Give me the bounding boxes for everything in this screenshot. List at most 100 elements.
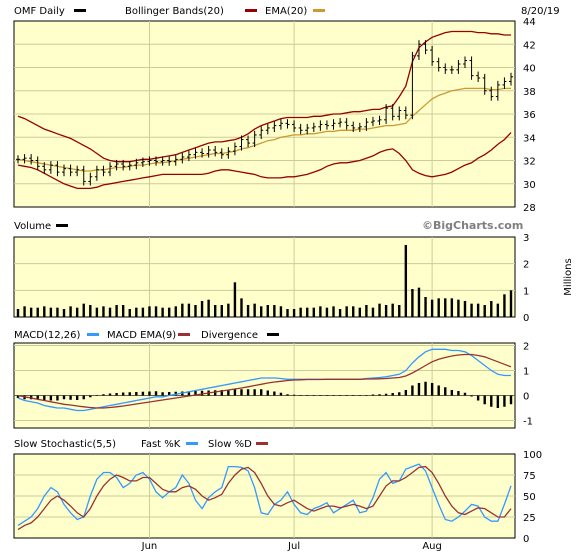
y-tick-label: 2 xyxy=(523,260,529,271)
y-tick-label: 25 xyxy=(523,513,536,524)
divergence-bar xyxy=(417,383,421,396)
volume-bar xyxy=(404,245,408,317)
divergence-bar xyxy=(398,392,401,396)
volume-bar xyxy=(200,301,204,317)
volume-bar xyxy=(306,307,309,317)
date-label: 8/20/19 xyxy=(521,6,560,17)
volume-bar xyxy=(148,306,151,317)
divergence-bar xyxy=(404,390,408,396)
y-tick-label: 75 xyxy=(523,471,536,482)
slow-d-legend-label: Slow %D xyxy=(208,439,252,450)
y-tick-label: 1 xyxy=(523,367,529,378)
divergence-bar xyxy=(266,390,269,396)
volume-bar xyxy=(128,309,131,317)
x-tick-label: Jul xyxy=(287,541,300,552)
volume-bar xyxy=(378,303,381,317)
divergence-bar xyxy=(148,391,151,396)
y-tick-label: 30 xyxy=(523,180,536,191)
divergence-bar xyxy=(108,393,112,396)
volume-bar xyxy=(82,303,85,317)
divergence-bar xyxy=(496,395,500,408)
divergence-bar xyxy=(345,395,348,396)
volume-bar xyxy=(463,301,467,317)
y-tick-label: -1 xyxy=(523,417,533,428)
divergence-bar xyxy=(437,385,440,396)
divergence-bar xyxy=(325,395,329,396)
divergence-bar xyxy=(135,392,138,396)
volume-bar xyxy=(476,303,480,317)
divergence-bar xyxy=(141,391,145,396)
volume-y-tick-labels: 0 1 2 3 xyxy=(523,233,529,324)
volume-legend-swatch xyxy=(56,224,68,227)
divergence-bar xyxy=(312,395,315,396)
price-y-tick-labels: 28 30 32 34 36 38 40 42 44 xyxy=(523,17,536,214)
volume-bar xyxy=(444,298,447,317)
volume-bar xyxy=(121,305,125,317)
volume-bar xyxy=(246,305,250,317)
stochastic-legend-label: Slow Stochastic(5,5) xyxy=(14,439,116,450)
volume-bar xyxy=(292,309,296,317)
divergence-bar xyxy=(82,395,85,400)
volume-bar xyxy=(325,307,329,317)
macd-legend-label: MACD(12,26) xyxy=(14,330,81,341)
divergence-bar xyxy=(62,395,66,400)
x-tick-label: Aug xyxy=(422,541,442,552)
volume-bar xyxy=(338,309,342,317)
volume-bar xyxy=(384,305,388,317)
volume-bar xyxy=(220,305,223,317)
volume-bar xyxy=(286,309,289,317)
macd-y-tick-labels: -1 0 1 2 xyxy=(523,342,533,428)
volume-bar xyxy=(240,298,243,317)
volume-bar xyxy=(411,289,414,317)
x-tick-label: Jun xyxy=(141,541,158,552)
macd-panel: -1 0 1 2 xyxy=(13,342,533,429)
slow-d-legend-swatch xyxy=(256,442,268,445)
volume-bar xyxy=(279,306,283,317)
macd-legend: MACD(12,26) MACD EMA(9) Divergence xyxy=(14,330,279,341)
volume-bar xyxy=(16,309,20,317)
volume-bar xyxy=(358,307,362,317)
divergence-bar xyxy=(154,391,158,396)
y-tick-label: 34 xyxy=(523,133,536,144)
y-tick-label: 42 xyxy=(523,40,536,51)
y-tick-label: 36 xyxy=(523,110,536,121)
y-tick-label: 50 xyxy=(523,492,536,503)
divergence-bar xyxy=(444,387,447,396)
volume-legend-label: Volume xyxy=(14,221,51,232)
volume-bar xyxy=(430,299,434,317)
divergence-bar xyxy=(352,395,355,396)
volume-bar xyxy=(398,305,401,317)
volume-bar xyxy=(457,299,460,317)
volume-bar xyxy=(23,306,26,317)
volume-bar xyxy=(141,307,145,317)
divergence-bar xyxy=(365,395,368,396)
stochastic-y-tick-labels: 0 25 50 75 100 xyxy=(523,450,542,545)
ema-legend-label: EMA(20) xyxy=(265,6,307,17)
divergence-legend-label: Divergence xyxy=(201,330,258,341)
divergence-bar xyxy=(246,389,250,396)
macd-ema-legend-label: MACD EMA(9) xyxy=(107,330,176,341)
volume-bar xyxy=(417,287,421,317)
divergence-bar xyxy=(424,381,427,396)
divergence-bar xyxy=(161,392,164,396)
volume-bar xyxy=(450,298,454,317)
divergence-bar xyxy=(49,395,53,401)
divergence-bar xyxy=(358,395,362,396)
y-tick-label: 28 xyxy=(523,203,536,214)
divergence-bar xyxy=(509,395,513,405)
volume-bar xyxy=(365,305,368,317)
divergence-bar xyxy=(371,394,375,396)
divergence-bar xyxy=(503,395,506,407)
divergence-bar xyxy=(463,392,467,396)
y-tick-label: 2 xyxy=(523,342,529,353)
volume-bar xyxy=(102,306,105,317)
fast-k-legend-swatch xyxy=(186,442,198,445)
bollinger-legend-label: Bollinger Bands(20) xyxy=(125,6,224,17)
ema-legend-swatch xyxy=(313,9,325,12)
volume-bar xyxy=(424,297,427,317)
divergence-bar xyxy=(214,390,217,396)
volume-bar xyxy=(332,306,335,317)
divergence-bar xyxy=(384,393,388,396)
divergence-bar xyxy=(292,394,296,396)
volume-units-label: Millions xyxy=(563,258,574,295)
